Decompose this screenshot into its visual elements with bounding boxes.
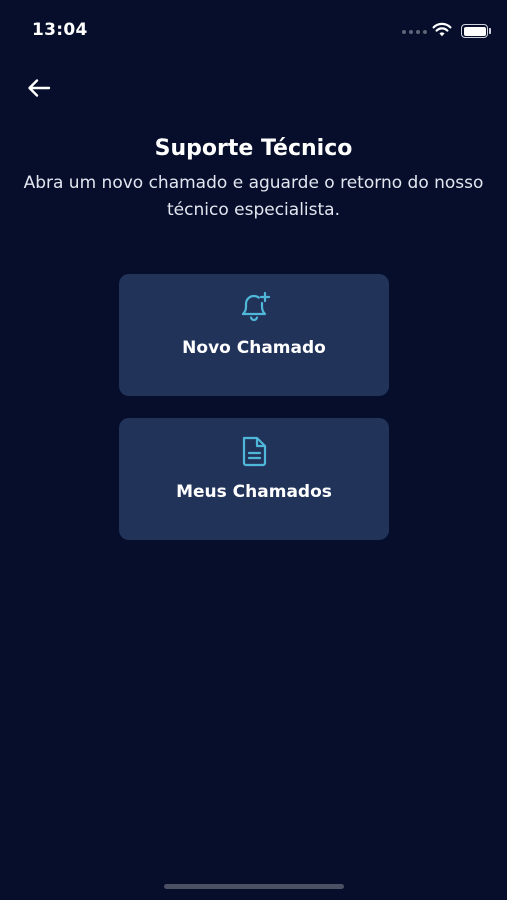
battery-cap (489, 28, 491, 34)
new-ticket-label: Novo Chamado (182, 338, 326, 358)
page-title: Suporte Técnico (154, 136, 353, 161)
status-bar: 13:04 (0, 0, 507, 60)
new-ticket-button[interactable]: Novo Chamado (119, 274, 389, 396)
back-button[interactable] (22, 72, 56, 104)
cellular-signal-icon (402, 30, 427, 34)
wifi-icon (432, 22, 452, 37)
bell-plus-icon (119, 290, 389, 324)
my-tickets-button[interactable]: Meus Chamados (119, 418, 389, 540)
support-screen: 13:04 Suporte Técnico Abra um novo chama… (0, 0, 507, 900)
document-icon (119, 434, 389, 468)
arrow-left-icon (28, 79, 51, 97)
page-subtitle: Abra um novo chamado e aguarde o retorno… (23, 173, 484, 220)
battery-icon (461, 24, 488, 38)
my-tickets-label: Meus Chamados (176, 482, 332, 502)
status-time: 13:04 (32, 20, 88, 40)
home-indicator[interactable] (164, 884, 344, 889)
